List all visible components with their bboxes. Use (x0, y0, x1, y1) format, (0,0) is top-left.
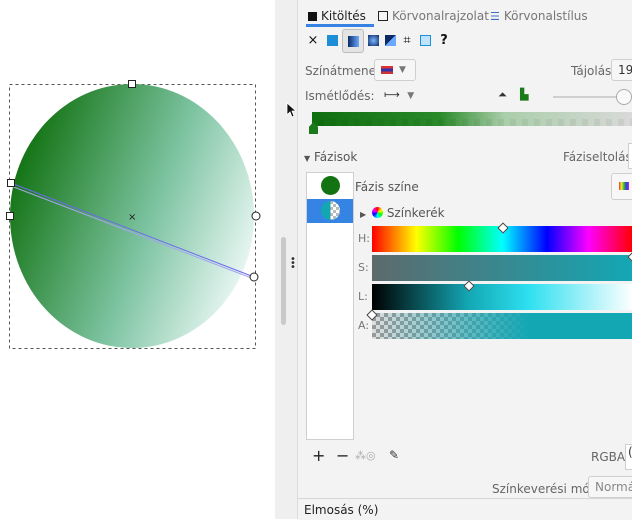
resize-handle-top[interactable] (128, 80, 136, 88)
eyedropper-button[interactable]: ✎ (389, 448, 399, 462)
resize-handle-left[interactable] (6, 212, 14, 220)
orientation-label: Tájolás: (571, 64, 616, 78)
flat-color-button[interactable] (324, 32, 340, 48)
eyedropper-icon: ✎ (389, 448, 400, 462)
chevron-down-icon: ▼ (407, 91, 415, 101)
tab-stroke-paint[interactable]: Körvonalrajzolat (378, 6, 489, 26)
stops-section-label: Fázisok (313, 150, 358, 164)
repeat-label: Ismétlődés: (305, 89, 375, 103)
gradient-preview-checker (312, 119, 632, 126)
no-paint-button[interactable]: × (305, 32, 321, 48)
add-icon: + (312, 446, 326, 465)
tab-stroke-style-label: Körvonalstílus (503, 9, 588, 23)
stop-item-1[interactable] (307, 173, 353, 199)
orientation-value: 19, (618, 63, 632, 77)
blend-mode-dropdown[interactable]: Normá (588, 476, 632, 498)
swatch-button[interactable] (417, 32, 433, 48)
duplicate-stop-button[interactable]: ⁂◎ (355, 449, 376, 462)
saturation-slider[interactable] (372, 255, 632, 281)
expand-right-icon: ▶ (360, 210, 367, 219)
divider-dots-icon: • • • (290, 254, 296, 273)
gradient-edit-icon: ▙ (520, 88, 529, 101)
gradient-end-handle[interactable] (249, 272, 259, 282)
fill-square-icon (308, 11, 317, 21)
radial-gradient-button[interactable] (365, 32, 381, 48)
orientation-input[interactable]: 19, (611, 59, 632, 81)
chevron-down-icon: ▼ (399, 65, 406, 75)
gradient-swatch-icon (381, 66, 393, 74)
drawing-canvas[interactable]: × (0, 0, 282, 519)
offset-input[interactable] (628, 143, 632, 169)
divider-grip[interactable] (281, 237, 286, 325)
alpha-slider[interactable] (372, 313, 632, 339)
add-stop-button[interactable]: + (312, 446, 325, 465)
lightness-label: L: (358, 290, 368, 303)
stop-item-2[interactable] (307, 199, 353, 223)
nodes-icon: ⁂◎ (355, 449, 376, 462)
tab-fill[interactable]: Kitöltés (308, 6, 366, 26)
remove-stop-button[interactable]: − (336, 446, 349, 465)
stop-swatch-icon (321, 176, 340, 195)
tab-fill-label: Kitöltés (321, 9, 366, 23)
blur-section: Elmosás (%) (298, 498, 632, 520)
hue-label: H: (358, 232, 370, 245)
tab-stroke-style[interactable]: ☰ Körvonalstílus (490, 6, 588, 26)
repeat-none-icon: ⟼ (384, 88, 400, 101)
color-wheel-expander[interactable]: ▶ Színkerék (360, 206, 445, 220)
unset-paint-icon: ? (440, 32, 448, 48)
tab-stroke-paint-label: Körvonalrajzolat (392, 9, 489, 23)
gradient-stops-list[interactable] (306, 172, 354, 440)
no-paint-icon: × (307, 32, 319, 48)
rgba-input[interactable]: ( (625, 444, 632, 470)
saturation-label: S: (358, 261, 369, 274)
mesh-gradient-icon (384, 34, 396, 46)
expand-triangle-icon: ▼ (304, 154, 311, 163)
stroke-square-icon (378, 11, 388, 21)
blend-mode-label: Színkeverési mód: (492, 482, 602, 496)
radial-gradient-icon (367, 34, 379, 46)
gradient-type-label: Színátmenet: (305, 64, 385, 78)
remove-icon: − (336, 446, 350, 465)
pattern-button[interactable]: ⌗ (399, 32, 415, 48)
reverse-icon: ⏶ (498, 88, 507, 101)
resize-handle-right[interactable] (251, 211, 261, 221)
fill-stroke-panel: Kitöltés Körvonalrajzolat ☰ Körvonalstíl… (297, 0, 632, 520)
alpha-label: A: (358, 319, 370, 332)
gradient-start-handle[interactable] (7, 179, 15, 187)
stroke-style-icon: ☰ (490, 9, 500, 23)
active-tab-indicator (306, 24, 374, 27)
blur-label: Elmosás (%) (304, 503, 379, 517)
repeat-slider-handle[interactable] (616, 89, 632, 105)
pattern-icon: ⌗ (403, 32, 411, 48)
lightness-slider[interactable] (372, 284, 632, 310)
linear-gradient-icon (347, 35, 359, 47)
swatch-icon (419, 34, 431, 46)
color-wheel-label: Színkerék (386, 206, 445, 220)
color-palette-icon (619, 182, 629, 190)
offset-label: Fáziseltolás: (563, 150, 632, 164)
center-mark-icon: × (128, 212, 136, 223)
blend-mode-value: Normá (595, 480, 632, 494)
rgba-value: ( (628, 445, 632, 459)
reverse-gradient-button[interactable]: ⏶ (498, 88, 507, 102)
stop-swatch-icon (321, 201, 340, 220)
mesh-gradient-button[interactable] (382, 32, 398, 48)
repeat-mode-dropdown[interactable]: ⟼ ▼ (384, 88, 414, 101)
panel-divider[interactable]: • • • (275, 0, 297, 519)
gradient-select-dropdown[interactable]: ▼ (374, 59, 416, 81)
stop-color-label: Fázis színe (355, 180, 419, 194)
stops-section-header[interactable]: ▼ Fázisok (304, 150, 357, 164)
color-wheel-icon (371, 207, 383, 218)
color-picker-mode-button[interactable] (611, 173, 632, 200)
unset-paint-button[interactable]: ? (436, 32, 452, 48)
linear-gradient-button[interactable] (342, 29, 364, 53)
flat-color-icon (326, 34, 338, 46)
rgba-label: RGBA: (591, 450, 629, 464)
edit-gradient-button[interactable]: ▙ (520, 88, 528, 101)
